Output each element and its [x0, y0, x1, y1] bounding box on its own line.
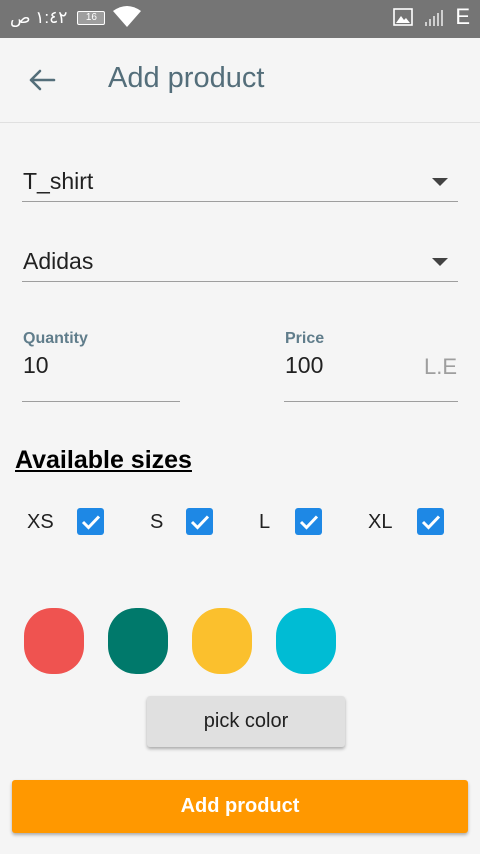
quantity-label: Quantity	[23, 330, 88, 347]
arrow-back-icon	[29, 69, 56, 91]
category-value: T_shirt	[23, 168, 94, 194]
price-label: Price	[285, 330, 325, 347]
size-label-s: S	[150, 511, 164, 533]
pick-color-button[interactable]: pick color	[147, 696, 345, 747]
color-swatch-cyan[interactable]	[276, 608, 336, 674]
status-time: ١:٤٢ ص	[10, 8, 68, 27]
size-checkbox-s[interactable]	[186, 508, 213, 535]
quantity-field[interactable]: Quantity 10	[22, 330, 180, 402]
color-swatch-teal[interactable]	[108, 608, 168, 674]
size-label-xl: XL	[368, 511, 393, 533]
dropdown-arrow-icon	[432, 258, 448, 266]
size-label-l: L	[259, 511, 271, 533]
check-icon	[299, 514, 318, 530]
size-label-xs: XS	[27, 511, 54, 533]
color-swatch-red[interactable]	[24, 608, 84, 674]
size-checkbox-xs[interactable]	[77, 508, 104, 535]
wifi-icon	[112, 5, 142, 34]
check-icon	[190, 514, 209, 530]
gallery-icon	[393, 8, 414, 26]
check-icon	[421, 514, 440, 530]
quantity-input[interactable]: 10	[23, 352, 49, 379]
brand-value: Adidas	[23, 248, 94, 274]
status-left: ١:٤٢ ص 16	[10, 8, 106, 28]
price-input[interactable]: 100	[285, 352, 323, 379]
status-bar: ١:٤٢ ص 16 E	[0, 0, 480, 38]
check-icon	[81, 514, 100, 530]
category-dropdown[interactable]: T_shirt	[22, 160, 458, 202]
page-title: Add product	[108, 62, 265, 94]
size-checkbox-xl[interactable]	[417, 508, 444, 535]
dropdown-arrow-icon	[432, 178, 448, 186]
sizes-title: Available sizes	[15, 446, 192, 474]
signal-icon	[423, 8, 444, 26]
back-button[interactable]	[26, 64, 58, 96]
network-type: E	[455, 4, 470, 29]
color-swatch-yellow[interactable]	[192, 608, 252, 674]
price-field[interactable]: Price 100 L.E	[284, 330, 458, 402]
battery-icon: 16	[77, 11, 106, 25]
size-checkbox-l[interactable]	[295, 508, 322, 535]
app-bar: Add product	[0, 38, 480, 123]
currency-suffix: L.E	[423, 354, 457, 379]
brand-dropdown[interactable]: Adidas	[22, 240, 458, 282]
add-product-button[interactable]: Add product	[12, 780, 468, 833]
status-right: E	[393, 4, 470, 30]
